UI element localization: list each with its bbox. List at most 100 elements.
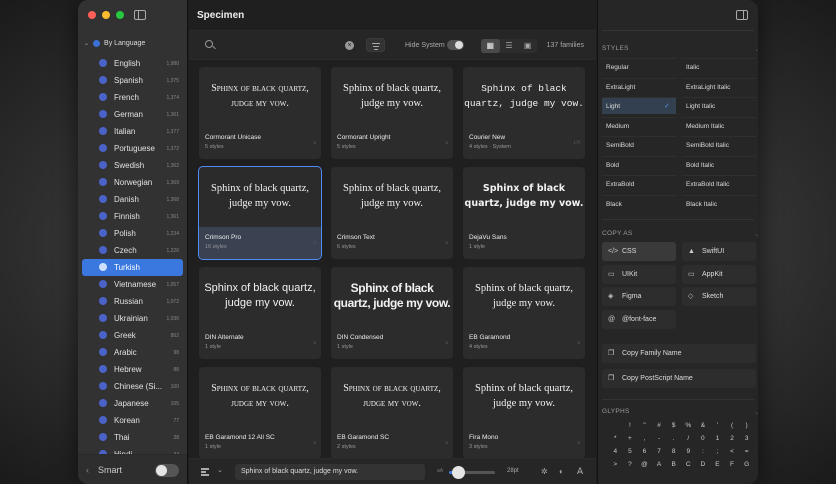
glyph-cell[interactable]: & [696, 422, 711, 435]
font-card[interactable]: Sphinx of black quartz, judge my vow. Dej… [463, 167, 585, 259]
group-by-language[interactable]: ⌄ By Language [84, 40, 145, 47]
sidebar-item-language[interactable]: Hebrew 88 [82, 361, 183, 378]
style-item[interactable]: ExtraLight [602, 77, 676, 95]
sidebar-item-language[interactable]: French 1,374 [82, 89, 183, 106]
glyph-cell[interactable]: $ [666, 422, 681, 435]
style-item[interactable]: SemiBold [602, 136, 676, 153]
font-card[interactable]: Sphinx of black quartz, judge my vow. Cor… [199, 67, 321, 159]
glyph-cell[interactable]: ( [725, 422, 740, 435]
glyph-cell[interactable]: ? [623, 461, 638, 474]
sidebar-item-language[interactable]: Arabic 98 [82, 344, 183, 361]
glyph-cell[interactable]: E [710, 461, 725, 474]
filter-button[interactable] [366, 38, 385, 52]
glyph-cell[interactable]: # [652, 422, 667, 435]
glyph-cell[interactable]: 4 [608, 448, 623, 461]
glyph-cell[interactable]: % [681, 422, 696, 435]
glyph-cell[interactable]: . [666, 435, 681, 448]
font-card[interactable]: Sphinx of black quartz, judge my vow. EB … [199, 367, 321, 459]
style-item[interactable]: Black [602, 194, 676, 212]
style-item[interactable]: Black Italic [682, 194, 756, 212]
sidebar-item-language[interactable]: German 1,361 [82, 106, 183, 123]
glyph-cell[interactable]: + [623, 435, 638, 448]
chevron-down-icon[interactable]: ⌄ [217, 466, 223, 474]
hide-system-toggle[interactable] [447, 40, 464, 50]
preview-text-field[interactable]: Sphinx of black quartz, judge my vow. [235, 464, 425, 480]
sidebar-item-language[interactable]: Italian 1,377 [82, 123, 183, 140]
sidebar-item-language[interactable]: Japanese 105 [82, 395, 183, 412]
style-item[interactable]: Medium Italic [682, 116, 756, 134]
glyph-cell[interactable]: @ [637, 461, 652, 474]
glyph-cell[interactable]: 0 [696, 435, 711, 448]
sidebar-toggle-icon[interactable] [134, 10, 146, 20]
glyph-cell[interactable]: ) [739, 422, 754, 435]
glyph-cell[interactable]: < [725, 448, 740, 461]
glyph-cell[interactable]: * [608, 435, 623, 448]
glyph-cell[interactable]: ! [623, 422, 638, 435]
sidebar-item-language[interactable]: Greek 862 [82, 327, 183, 344]
style-item[interactable]: Light Italic [682, 97, 756, 114]
sidebar-item-language[interactable]: Russian 1,072 [82, 293, 183, 310]
collection-icon[interactable]: ▣ [518, 39, 537, 53]
sidebar-item-language[interactable]: Danish 1,368 [82, 191, 183, 208]
copy-as-button[interactable]: @ @font-face [602, 309, 676, 329]
glyph-cell[interactable] [608, 422, 623, 435]
smart-toggle[interactable] [155, 464, 179, 477]
copy-postscript-name-button[interactable]: ❐ Copy PostScript Name [602, 369, 756, 388]
glyph-cell[interactable]: C [681, 461, 696, 474]
font-card[interactable]: Sphinx of black quartz, judge my vow. DIN… [331, 267, 453, 359]
style-item[interactable]: ExtraBold [602, 175, 676, 192]
glyph-cell[interactable]: " [637, 422, 652, 435]
close-button[interactable] [88, 11, 96, 19]
glyph-cell[interactable]: 1 [710, 435, 725, 448]
clear-search-icon[interactable]: × [345, 41, 354, 50]
font-card[interactable]: Sphinx of black quartz, judge my vow. Cri… [198, 166, 322, 260]
copy-as-button[interactable]: ◇ Sketch [682, 287, 756, 306]
size-slider-knob[interactable] [452, 466, 466, 479]
font-card[interactable]: Sphinx of black quartz, judge my vow. Cou… [463, 67, 585, 159]
text-align-icon[interactable] [201, 467, 211, 477]
style-item[interactable]: Regular [602, 58, 676, 75]
contrast-icon[interactable]: ◐ [559, 467, 564, 476]
text-size-icon[interactable]: 𝖠 [577, 466, 583, 477]
font-card[interactable]: Sphinx of black quartz, judge my vow. EB … [463, 267, 585, 359]
sidebar-item-language[interactable]: Korean 77 [82, 412, 183, 429]
glyph-cell[interactable]: A [652, 461, 667, 474]
sidebar-item-language[interactable]: Chinese (Si... 100 [82, 378, 183, 395]
style-item[interactable]: SemiBold Italic [682, 136, 756, 153]
font-card[interactable]: Sphinx of black quartz, judge my vow. EB … [331, 367, 453, 459]
sidebar-item-language[interactable]: Thai 28 [82, 429, 183, 446]
glyph-cell[interactable]: ' [710, 422, 725, 435]
font-card[interactable]: Sphinx of black quartz, judge my vow. Cor… [331, 67, 453, 159]
list-view-icon[interactable]: ☰ [500, 39, 519, 53]
font-card[interactable]: Sphinx of black quartz, judge my vow. Cri… [331, 167, 453, 259]
glyph-cell[interactable]: / [681, 435, 696, 448]
style-item[interactable]: Medium [602, 116, 676, 134]
sidebar-item-language[interactable]: English 1,980 [82, 55, 183, 72]
sidebar-item-language[interactable]: Czech 1,226 [82, 242, 183, 259]
copy-as-button[interactable]: </> CSS [602, 242, 676, 261]
copy-as-button[interactable]: ◈ Figma [602, 287, 676, 306]
glyph-cell[interactable]: 7 [652, 448, 667, 461]
style-item[interactable]: Light ✓ [602, 97, 676, 114]
sidebar-item-language[interactable]: Norwegian 1,369 [82, 174, 183, 191]
glyph-cell[interactable]: 6 [637, 448, 652, 461]
glyph-cell[interactable]: G [739, 461, 754, 474]
glyph-cell[interactable]: ; [710, 448, 725, 461]
sidebar-item-language[interactable]: Vietnamese 1,057 [82, 276, 183, 293]
glyph-cell[interactable]: : [696, 448, 711, 461]
grid-view-icon[interactable]: ▦ [481, 39, 500, 53]
sun-icon[interactable]: ✲ [541, 467, 548, 476]
sidebar-item-language[interactable]: Swedish 1,362 [82, 157, 183, 174]
copy-as-button[interactable]: ▲ SwiftUI [682, 242, 756, 261]
inspector-toggle-icon[interactable] [736, 10, 748, 20]
glyph-cell[interactable]: 3 [739, 435, 754, 448]
glyph-cell[interactable]: , [637, 435, 652, 448]
glyph-cell[interactable]: = [739, 448, 754, 461]
glyph-cell[interactable]: 5 [623, 448, 638, 461]
sidebar-item-language[interactable]: Polish 1,234 [82, 225, 183, 242]
sidebar-item-language[interactable]: Ukrainian 1,036 [82, 310, 183, 327]
minimize-button[interactable] [102, 11, 110, 19]
zoom-button[interactable] [116, 11, 124, 19]
copy-family-name-button[interactable]: ❐ Copy Family Name [602, 344, 756, 363]
glyph-cell[interactable]: 9 [681, 448, 696, 461]
